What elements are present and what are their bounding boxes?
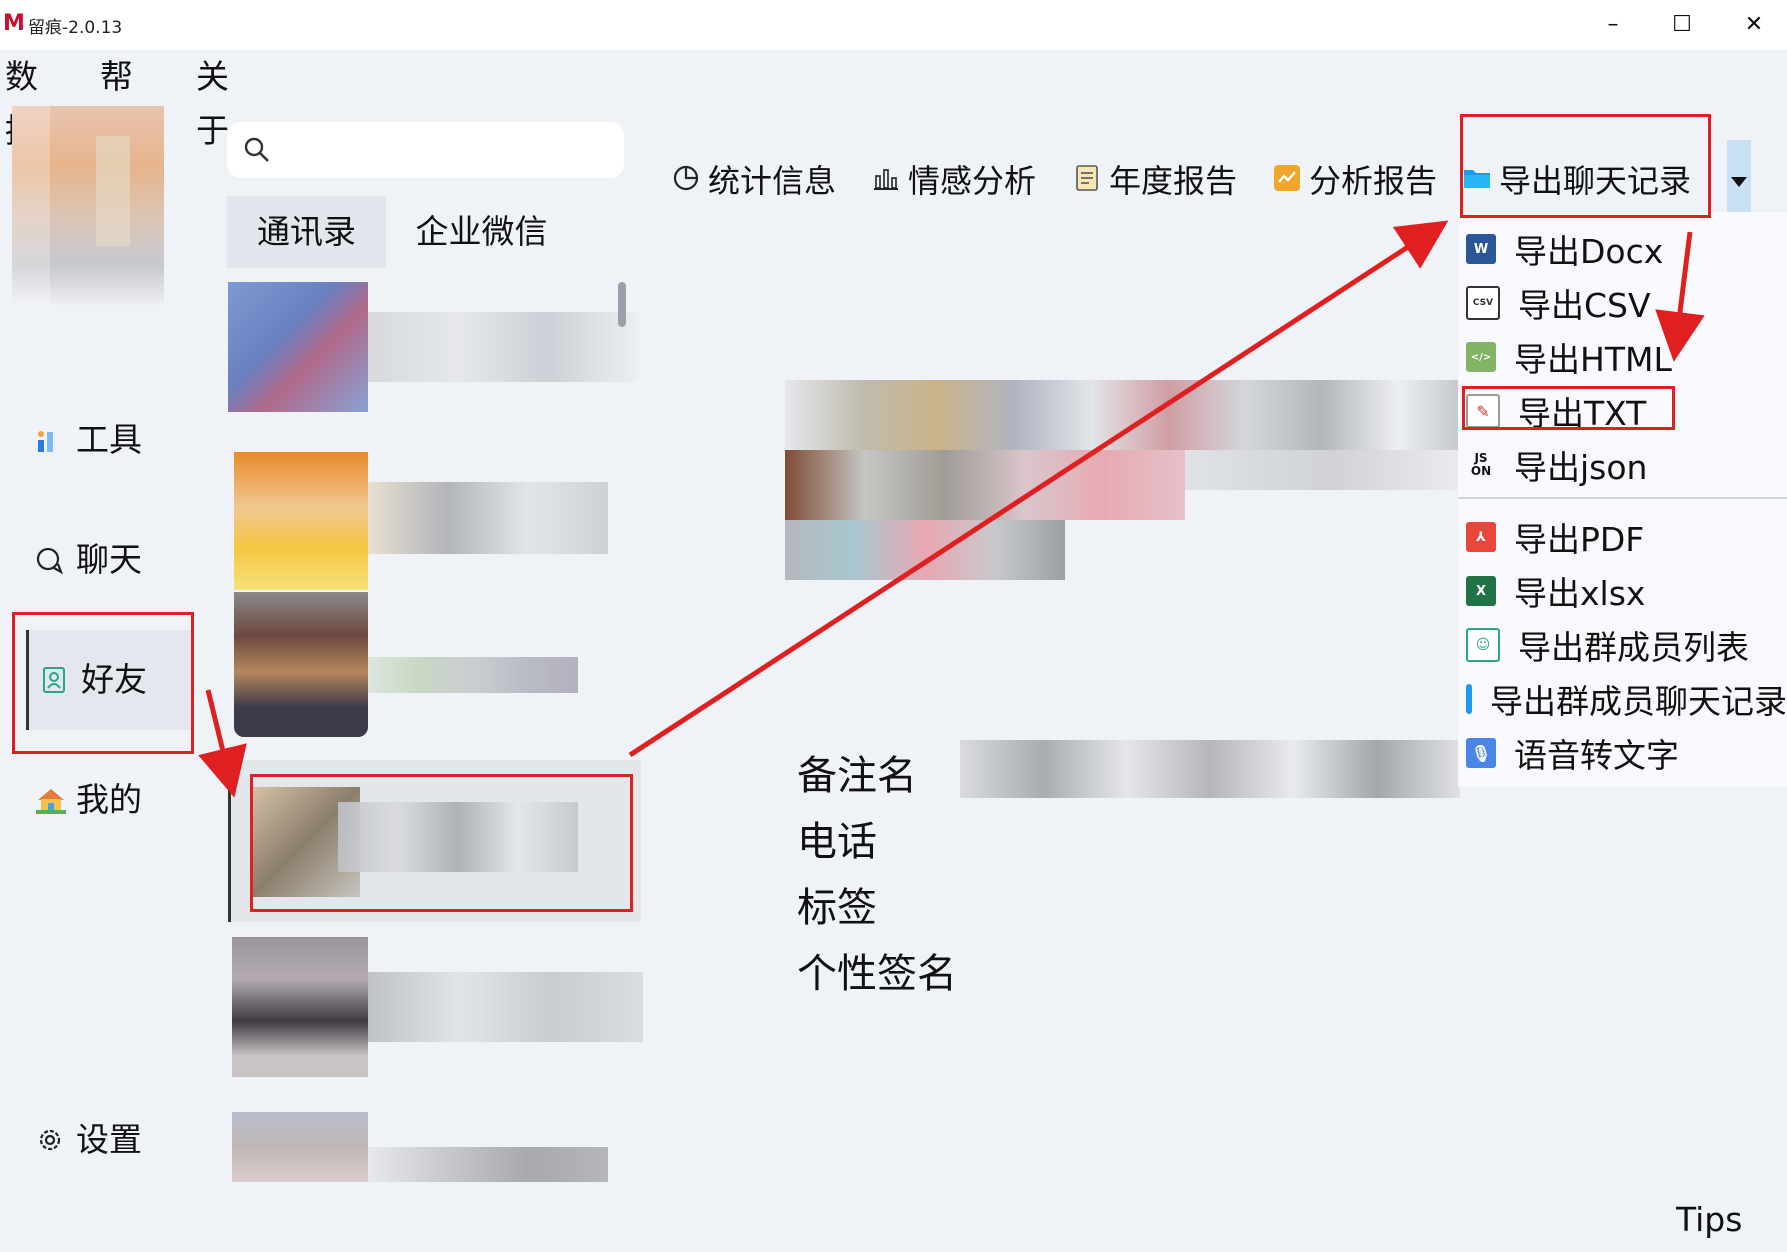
arrow-friends-to-contact xyxy=(198,689,247,798)
arrow-contact-to-export xyxy=(628,220,1449,758)
annotation-arrows xyxy=(198,220,1705,798)
tips-link[interactable]: Tips xyxy=(1676,1200,1742,1239)
arrow-export-to-txt xyxy=(1655,231,1705,362)
